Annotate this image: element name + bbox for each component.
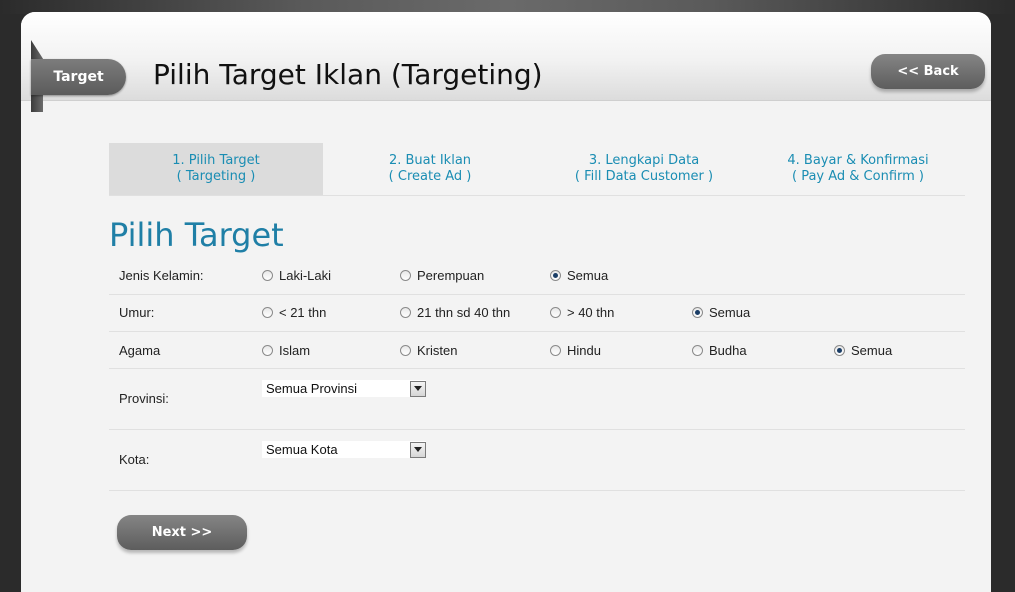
radio-over-40[interactable] (550, 307, 561, 318)
radio-under-21[interactable] (262, 307, 273, 318)
age-label: Umur: (119, 305, 155, 320)
age-row: Umur: < 21 thn 21 thn sd 40 thn > 40 thn… (109, 294, 965, 332)
gender-label: Jenis Kelamin: (119, 268, 204, 283)
section-title: Pilih Target (109, 216, 284, 254)
religion-option-budha[interactable]: Budha (692, 343, 747, 358)
step-2-buat-iklan[interactable]: 2. Buat Iklan ( Create Ad ) (323, 143, 537, 195)
radio-kristen[interactable] (400, 345, 411, 356)
age-option-under-21[interactable]: < 21 thn (262, 305, 326, 320)
gender-option-perempuan[interactable]: Perempuan (400, 268, 484, 283)
radio-laki-laki[interactable] (262, 270, 273, 281)
age-option-over-40[interactable]: > 40 thn (550, 305, 614, 320)
option-label: Semua (709, 305, 751, 320)
radio-semua[interactable] (550, 270, 561, 281)
age-option-21-to-40[interactable]: 21 thn sd 40 thn (400, 305, 510, 320)
radio-perempuan[interactable] (400, 270, 411, 281)
step-title: 1. Pilih Target (172, 153, 260, 168)
city-select-value: Semua Kota (266, 442, 338, 457)
step-tabs: 1. Pilih Target ( Targeting ) 2. Buat Ik… (109, 143, 965, 196)
radio-semua[interactable] (834, 345, 845, 356)
city-row: Kota: Semua Kota (109, 429, 965, 491)
back-button[interactable]: << Back (871, 54, 985, 89)
option-label: Laki-Laki (279, 268, 332, 283)
religion-option-islam[interactable]: Islam (262, 343, 310, 358)
step-title: 4. Bayar & Konfirmasi (787, 153, 929, 168)
option-label: Perempuan (417, 268, 485, 283)
radio-hindu[interactable] (550, 345, 561, 356)
chevron-down-icon[interactable] (410, 441, 426, 458)
step-subtitle: ( Fill Data Customer ) (574, 169, 714, 184)
province-label: Provinsi: (119, 391, 169, 406)
option-label: > 40 thn (567, 305, 615, 320)
city-select[interactable]: Semua Kota (262, 441, 426, 458)
religion-row: Agama Islam Kristen Hindu Budha Semua (109, 331, 965, 369)
step-subtitle: ( Create Ad ) (388, 169, 472, 184)
province-select-value: Semua Provinsi (266, 381, 358, 396)
gender-option-laki-laki[interactable]: Laki-Laki (262, 268, 331, 283)
next-button[interactable]: Next >> (117, 515, 247, 550)
province-select[interactable]: Semua Provinsi (262, 380, 426, 397)
gender-row: Jenis Kelamin: Laki-Laki Perempuan Semua (109, 257, 965, 295)
page-header: Target Pilih Target Iklan (Targeting) <<… (21, 12, 991, 112)
radio-islam[interactable] (262, 345, 273, 356)
radio-21-to-40[interactable] (400, 307, 411, 318)
option-label: Hindu (567, 343, 601, 358)
step-3-lengkapi-data[interactable]: 3. Lengkapi Data ( Fill Data Customer ) (537, 143, 751, 195)
main-panel: Target Pilih Target Iklan (Targeting) <<… (21, 12, 991, 592)
step-4-bayar-konfirmasi[interactable]: 4. Bayar & Konfirmasi ( Pay Ad & Confirm… (751, 143, 965, 195)
option-label: Semua (851, 343, 893, 358)
religion-option-kristen[interactable]: Kristen (400, 343, 457, 358)
option-label: Islam (279, 343, 311, 358)
page-title: Pilih Target Iklan (Targeting) (153, 58, 543, 91)
radio-semua[interactable] (692, 307, 703, 318)
option-label: Semua (567, 268, 609, 283)
province-row: Provinsi: Semua Provinsi (109, 368, 965, 430)
step-title: 2. Buat Iklan (388, 153, 472, 168)
religion-option-semua[interactable]: Semua (834, 343, 892, 358)
step-subtitle: ( Targeting ) (176, 169, 256, 184)
option-label: < 21 thn (279, 305, 327, 320)
step-subtitle: ( Pay Ad & Confirm ) (791, 169, 924, 184)
step-1-pilih-target[interactable]: 1. Pilih Target ( Targeting ) (109, 143, 323, 195)
option-label: Kristen (417, 343, 458, 358)
target-tab: Target (31, 59, 126, 95)
gender-option-semua[interactable]: Semua (550, 268, 608, 283)
step-title: 3. Lengkapi Data (588, 153, 700, 168)
city-label: Kota: (119, 452, 150, 467)
age-option-semua[interactable]: Semua (692, 305, 750, 320)
radio-budha[interactable] (692, 345, 703, 356)
option-label: 21 thn sd 40 thn (417, 305, 511, 320)
option-label: Budha (709, 343, 747, 358)
religion-option-hindu[interactable]: Hindu (550, 343, 601, 358)
chevron-down-icon[interactable] (410, 380, 426, 397)
religion-label: Agama (119, 343, 161, 358)
